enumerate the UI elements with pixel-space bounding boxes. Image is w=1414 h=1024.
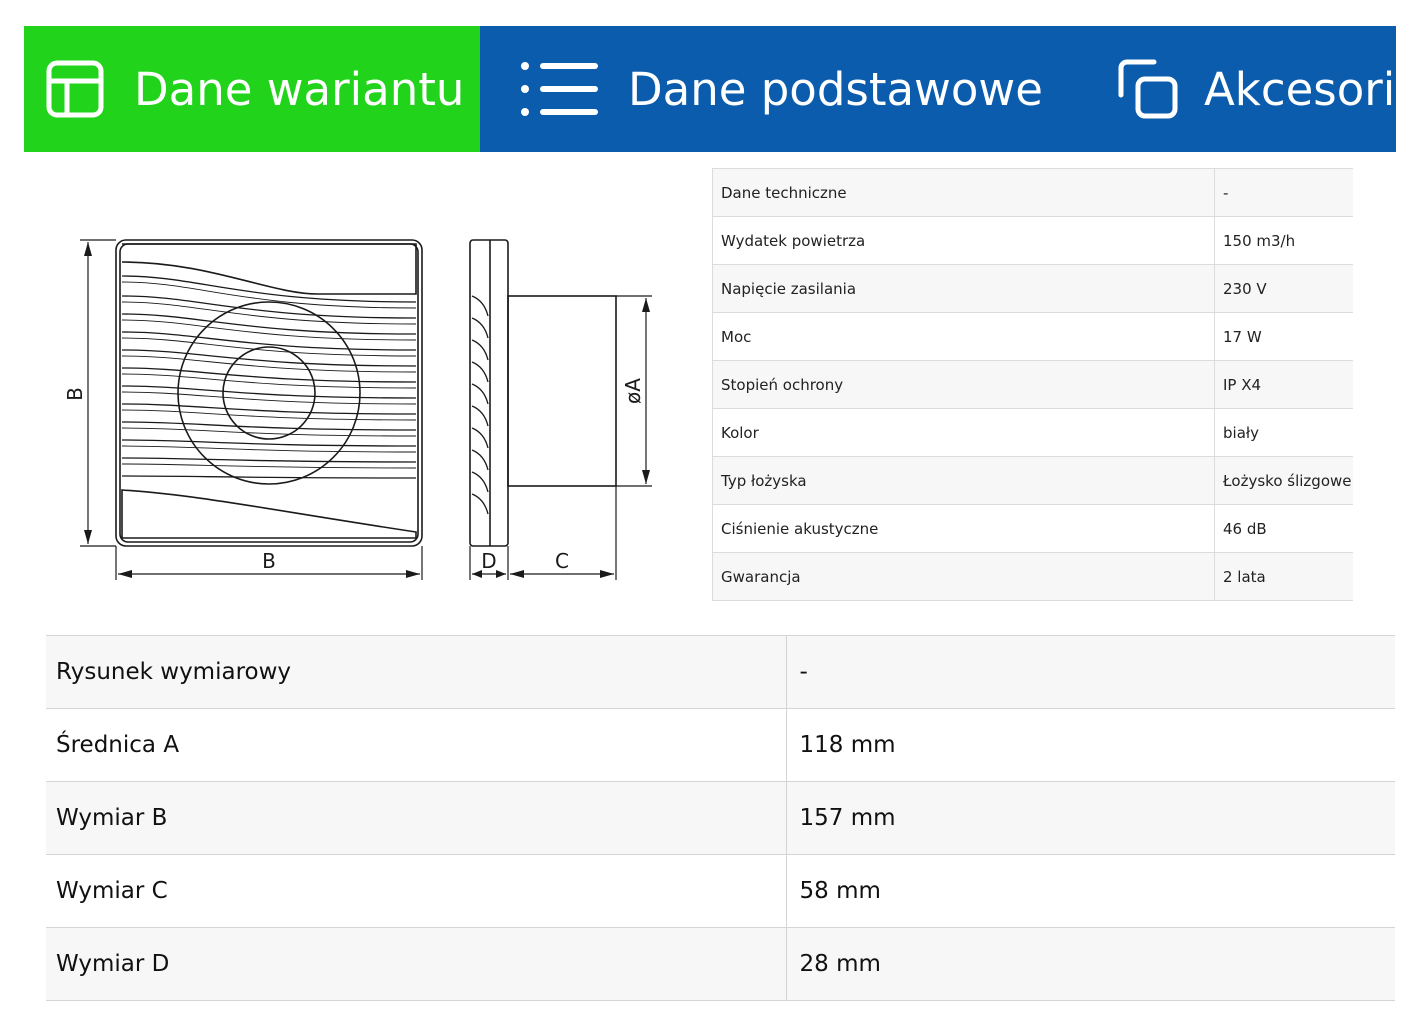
tab-bar: Dane wariantu Dane podstawowe Akcesoria <box>24 26 1396 152</box>
spec-label: Napięcie zasilania <box>712 264 1215 313</box>
spec-value: IP X4 <box>1214 360 1353 409</box>
table-row: Wymiar D 28 mm <box>46 927 1395 1001</box>
table-row: Stopień ochrony IP X4 <box>712 360 1353 409</box>
dimension-label: Średnica A <box>46 708 787 782</box>
label-c: C <box>555 549 569 573</box>
copy-icon <box>1118 59 1178 119</box>
side-slats <box>471 295 489 515</box>
spec-value: biały <box>1214 408 1353 457</box>
spec-value: Łożysko ślizgowe <box>1214 456 1353 505</box>
dimension-value: 28 mm <box>786 927 1395 1001</box>
table-row: Gwarancja 2 lata <box>712 552 1353 601</box>
tab-dane-podstawowe[interactable]: Dane podstawowe <box>480 26 1080 152</box>
dimension-label: Wymiar D <box>46 927 787 1001</box>
table-row: Wymiar B 157 mm <box>46 781 1395 855</box>
table-row: Dane techniczne - <box>712 168 1353 217</box>
table-row: Napięcie zasilania 230 V <box>712 264 1353 313</box>
spec-value: 2 lata <box>1214 552 1353 601</box>
technical-specs-table: Dane techniczne - Wydatek powietrza 150 … <box>712 168 1353 601</box>
dimension-drawing: B B øA D C <box>63 239 652 580</box>
tab-dane-wariantu[interactable]: Dane wariantu <box>24 26 480 152</box>
label-b-horizontal: B <box>262 549 276 573</box>
dimension-value: 157 mm <box>786 781 1395 855</box>
label-b-vertical: B <box>63 387 87 401</box>
label-d: D <box>481 549 496 573</box>
table-row: Typ łożyska Łożysko ślizgowe <box>712 456 1353 505</box>
spec-value: - <box>1214 168 1353 217</box>
dimension-label: Wymiar C <box>46 854 787 928</box>
dimension-value: - <box>786 635 1395 709</box>
spec-value: 150 m3/h <box>1214 216 1353 265</box>
spec-label: Stopień ochrony <box>712 360 1215 409</box>
spec-value: 46 dB <box>1214 504 1353 553</box>
tab-label: Dane podstawowe <box>628 62 1043 116</box>
dimension-label: Wymiar B <box>46 781 787 855</box>
slats <box>121 275 417 479</box>
tab-akcesoria[interactable]: Akcesoria <box>1080 26 1396 152</box>
tab-label: Dane wariantu <box>134 62 465 116</box>
spec-label: Typ łożyska <box>712 456 1215 505</box>
dimension-label: Rysunek wymiarowy <box>46 635 787 709</box>
dimension-value: 118 mm <box>786 708 1395 782</box>
spec-label: Dane techniczne <box>712 168 1215 217</box>
spec-label: Kolor <box>712 408 1215 457</box>
table-row: Średnica A 118 mm <box>46 708 1395 782</box>
table-row: Rysunek wymiarowy - <box>46 635 1395 709</box>
spec-label: Ciśnienie akustyczne <box>712 504 1215 553</box>
table-row: Moc 17 W <box>712 312 1353 361</box>
label-diameter-a: øA <box>621 378 645 404</box>
spec-value: 230 V <box>1214 264 1353 313</box>
table-row: Kolor biały <box>712 408 1353 457</box>
dimension-value: 58 mm <box>786 854 1395 928</box>
table-row: Wymiar C 58 mm <box>46 854 1395 928</box>
spec-label: Moc <box>712 312 1215 361</box>
tab-label: Akcesoria <box>1204 62 1396 116</box>
list-icon <box>520 60 600 118</box>
spec-label: Wydatek powietrza <box>712 216 1215 265</box>
table-row: Ciśnienie akustyczne 46 dB <box>712 504 1353 553</box>
spec-label: Gwarancja <box>712 552 1215 601</box>
table-row: Wydatek powietrza 150 m3/h <box>712 216 1353 265</box>
layout-icon <box>46 60 104 118</box>
spec-value: 17 W <box>1214 312 1353 361</box>
dimensions-table: Rysunek wymiarowy - Średnica A 118 mm Wy… <box>46 635 1395 1001</box>
